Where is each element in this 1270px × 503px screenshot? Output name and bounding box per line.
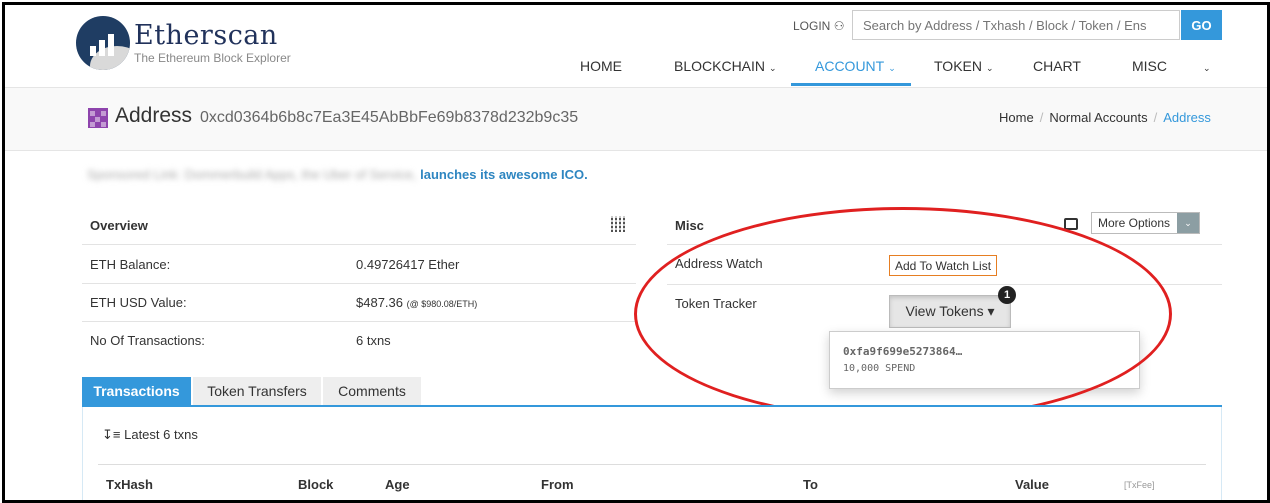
- search-go-button[interactable]: GO: [1181, 10, 1222, 40]
- breadcrumb: Home / Normal Accounts / Address: [999, 110, 1211, 125]
- search-input[interactable]: [852, 10, 1180, 40]
- printer-icon[interactable]: [1064, 218, 1078, 230]
- nav-blockchain[interactable]: BLOCKCHAIN ⌄: [674, 58, 777, 74]
- caret-down-icon: ▾: [987, 303, 995, 319]
- sort-icon: ↧≡: [102, 427, 121, 442]
- annotation-step-badge: 1: [998, 286, 1016, 304]
- eth-balance-label: ETH Balance:: [90, 257, 171, 272]
- eth-balance-value: 0.49726417 Ether: [356, 257, 460, 272]
- nav-home[interactable]: HOME: [580, 58, 622, 74]
- chevron-down-icon: ⌄: [888, 63, 896, 73]
- login-link[interactable]: LOGIN ⚇: [793, 19, 844, 33]
- brand-name[interactable]: Etherscan: [134, 20, 278, 51]
- address-watch-label: Address Watch: [675, 256, 763, 271]
- tab-comments[interactable]: Comments: [323, 377, 421, 406]
- page-title: Address: [115, 104, 193, 127]
- column-txhash: TxHash: [106, 477, 153, 492]
- breadcrumb-home[interactable]: Home: [999, 110, 1034, 125]
- overview-title: Overview: [90, 218, 148, 233]
- chevron-down-icon: ⌄: [1177, 213, 1199, 233]
- chevron-down-icon: ⌄: [1203, 63, 1211, 73]
- address-hash: 0xcd0364b6b8c7Ea3E45AbBbFe69b8378d232b9c…: [200, 109, 579, 126]
- more-options-button[interactable]: More Options ⌄: [1091, 212, 1200, 234]
- latest-txns-label: ↧≡ Latest 6 txns: [102, 427, 198, 442]
- view-tokens-button[interactable]: View Tokens ▾: [889, 295, 1011, 328]
- token-address[interactable]: 0xfa9f699e5273864…: [843, 345, 962, 358]
- transactions-panel: [82, 407, 1222, 500]
- user-icon: ⚇: [833, 19, 845, 33]
- qr-code-icon[interactable]: [611, 216, 627, 232]
- eth-usd-value: $487.36 (@ $980.08/ETH): [356, 295, 478, 310]
- etherscan-logo-icon[interactable]: [76, 16, 130, 70]
- address-identicon-icon: [88, 108, 108, 128]
- nav-active-indicator: [791, 83, 911, 86]
- token-amount: 10,000 SPEND: [843, 363, 916, 374]
- sponsored-link[interactable]: Sponsored Link: Dommerbuild Apps, the Ub…: [87, 167, 588, 182]
- nav-account[interactable]: ACCOUNT ⌄: [815, 58, 896, 74]
- tab-transactions[interactable]: Transactions: [82, 377, 191, 406]
- column-txfee: [TxFee]: [1124, 480, 1155, 490]
- breadcrumb-current: Address: [1163, 110, 1211, 125]
- nav-token[interactable]: TOKEN ⌄: [934, 58, 994, 74]
- txn-count-value: 6 txns: [356, 333, 391, 348]
- chevron-down-icon: ⌄: [769, 63, 777, 73]
- column-value: Value: [1015, 477, 1049, 492]
- column-from: From: [541, 477, 574, 492]
- screenshot-frame: Etherscan The Ethereum Block Explorer LO…: [2, 2, 1270, 503]
- column-age: Age: [385, 477, 410, 492]
- sponsored-link-text[interactable]: launches its awesome ICO.: [420, 167, 588, 182]
- column-block: Block: [298, 477, 334, 492]
- tab-token-transfers[interactable]: Token Transfers: [193, 377, 321, 406]
- token-dropdown: 0xfa9f699e5273864… 10,000 SPEND: [829, 331, 1140, 389]
- nav-misc[interactable]: MISC: [1132, 58, 1167, 74]
- chevron-down-icon: ⌄: [985, 63, 994, 73]
- breadcrumb-normal-accounts[interactable]: Normal Accounts: [1049, 110, 1147, 125]
- eth-usd-label: ETH USD Value:: [90, 295, 187, 310]
- brand-tagline: The Ethereum Block Explorer: [134, 51, 291, 65]
- token-tracker-label: Token Tracker: [675, 296, 757, 311]
- add-to-watch-list-button[interactable]: Add To Watch List: [889, 255, 998, 276]
- nav-more[interactable]: ⌄: [1199, 58, 1211, 74]
- nav-chart[interactable]: CHART: [1033, 58, 1081, 74]
- txn-count-label: No Of Transactions:: [90, 333, 205, 348]
- misc-title: Misc: [675, 218, 704, 233]
- column-to: To: [803, 477, 818, 492]
- sponsored-blurred-text: Sponsored Link: Dommerbuild Apps, the Ub…: [87, 167, 417, 182]
